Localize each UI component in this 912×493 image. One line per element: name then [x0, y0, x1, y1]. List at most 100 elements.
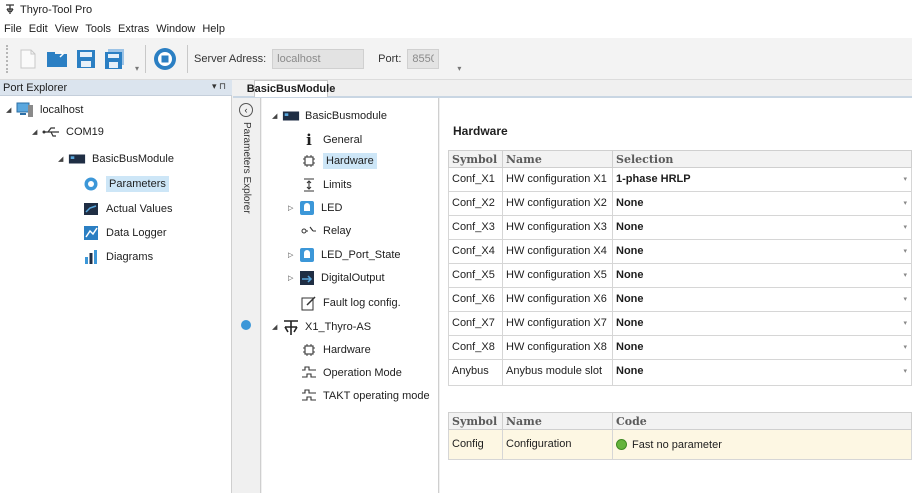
- port-explorer-header: Port Explorer ▾ ⊓: [0, 80, 232, 96]
- module-icon: [282, 108, 300, 124]
- param-tree-digital-output[interactable]: ▷ DigitalOutput: [288, 268, 385, 288]
- param-tree-hardware[interactable]: Hardware: [300, 151, 377, 171]
- param-tree-operation-mode[interactable]: Operation Mode: [300, 363, 402, 383]
- selection-dropdown[interactable]: None ▾: [613, 336, 911, 359]
- expand-icon[interactable]: ▷: [288, 274, 298, 282]
- collapse-icon[interactable]: ◢: [272, 323, 282, 331]
- chevron-down-icon[interactable]: ▾: [903, 175, 907, 183]
- table-row: Conf_X8 HW configuration X8 None ▾: [448, 336, 912, 360]
- expand-icon[interactable]: ▷: [288, 204, 298, 212]
- chevron-down-icon[interactable]: ▾: [903, 199, 907, 207]
- param-tree-limits[interactable]: Limits: [300, 175, 352, 195]
- chevron-down-icon[interactable]: ▾: [903, 367, 907, 375]
- column-header-symbol[interactable]: Symbol: [449, 151, 503, 167]
- param-tree-general[interactable]: i General: [300, 130, 362, 150]
- param-tree-relay[interactable]: Relay: [300, 221, 351, 241]
- collapse-icon[interactable]: ◢: [272, 112, 282, 120]
- param-tree-led[interactable]: ▷ LED: [288, 198, 342, 218]
- chevron-down-icon[interactable]: ▾: [903, 271, 907, 279]
- chevron-down-icon[interactable]: ▾: [903, 223, 907, 231]
- server-address-input[interactable]: [272, 48, 365, 69]
- menu-tools[interactable]: Tools: [85, 23, 111, 35]
- parameter-tree: ◢ BasicBusmodule i General Hardware Limi…: [262, 98, 439, 493]
- port-explorer-title: Port Explorer: [3, 81, 68, 94]
- selection-dropdown[interactable]: None ▾: [613, 288, 911, 311]
- new-file-button[interactable]: [15, 46, 41, 72]
- open-button[interactable]: [44, 46, 70, 72]
- chevron-down-icon[interactable]: ▾: [903, 343, 907, 351]
- refresh-icon[interactable]: [241, 320, 251, 330]
- selection-dropdown[interactable]: None ▾: [613, 240, 911, 263]
- config-row[interactable]: Config Configuration Fast no parameter: [448, 430, 912, 460]
- selection-dropdown[interactable]: None ▾: [613, 312, 911, 335]
- pin-icon[interactable]: ▾ ⊓: [212, 81, 226, 92]
- selection-dropdown[interactable]: None ▾: [613, 264, 911, 287]
- toolbar-separator: [145, 44, 147, 73]
- tree-item-actual-values[interactable]: Actual Values: [82, 199, 172, 219]
- cell-code: Fast no parameter: [613, 430, 911, 459]
- chevron-down-icon[interactable]: ▾: [903, 247, 907, 255]
- menu-edit[interactable]: Edit: [29, 23, 48, 35]
- tree-item-label: Parameters: [106, 176, 169, 192]
- waveform-icon: [300, 365, 318, 381]
- selection-value: None: [616, 269, 644, 281]
- selection-dropdown[interactable]: 1-phase HRLP ▾: [613, 168, 911, 191]
- collapse-icon[interactable]: ◢: [32, 128, 42, 136]
- module-icon: [68, 151, 86, 167]
- param-tree-x1-thyro-as[interactable]: ◢ X1_Thyro-AS: [272, 317, 371, 337]
- selection-dropdown[interactable]: None ▾: [613, 360, 911, 385]
- section-title: Hardware: [453, 124, 508, 138]
- tab-basicbusmodule[interactable]: BasicBusModule: [247, 80, 335, 97]
- menu-file[interactable]: File: [4, 23, 22, 35]
- tree-item-data-logger[interactable]: Data Logger: [82, 223, 167, 243]
- usb-port-icon: [42, 124, 60, 140]
- param-tree-fault-log-config[interactable]: Fault log config.: [300, 293, 401, 313]
- menu-view[interactable]: View: [55, 23, 79, 35]
- back-icon[interactable]: ‹: [239, 103, 253, 117]
- toolbar-overflow-icon[interactable]: ▾: [135, 64, 139, 79]
- save-button[interactable]: [73, 46, 99, 72]
- parameters-explorer-sidetab[interactable]: ‹ Parameters Explorer: [233, 96, 261, 493]
- table-row: Conf_X2 HW configuration X2 None ▾: [448, 192, 912, 216]
- tree-item-localhost[interactable]: ◢ localhost: [6, 100, 83, 120]
- led-icon: [298, 200, 316, 216]
- column-header-code[interactable]: Code: [613, 413, 911, 429]
- digital-output-icon: [298, 270, 316, 286]
- disconnect-button[interactable]: [152, 46, 178, 72]
- column-header-symbol[interactable]: Symbol: [449, 413, 503, 429]
- port-label: Port:: [378, 52, 402, 65]
- table-row: Anybus Anybus module slot None ▾: [448, 360, 912, 386]
- tree-item-com19[interactable]: ◢ COM19: [32, 122, 104, 142]
- chevron-down-icon[interactable]: ▾: [903, 295, 907, 303]
- expand-icon[interactable]: ▷: [288, 251, 298, 259]
- port-explorer-tree: ◢ localhost ◢ COM19 ◢ BasicBusModule Par…: [0, 96, 232, 493]
- tree-item-diagrams[interactable]: Diagrams: [82, 247, 153, 267]
- tree-item-label: X1_Thyro-AS: [305, 321, 372, 333]
- selection-value: None: [616, 341, 644, 353]
- column-header-name[interactable]: Name: [503, 413, 613, 429]
- menu-extras[interactable]: Extras: [118, 23, 149, 35]
- tree-item-parameters[interactable]: Parameters: [82, 174, 169, 194]
- param-tree-takt-operating-mode[interactable]: TAKT operating mode: [300, 386, 430, 406]
- cell-name: HW configuration X1: [503, 168, 613, 191]
- hardware-grid-header: Symbol Name Selection: [448, 150, 912, 168]
- column-header-selection[interactable]: Selection: [613, 151, 911, 167]
- param-tree-x1-hardware[interactable]: Hardware: [300, 340, 371, 360]
- gear-icon: [82, 176, 100, 192]
- tree-item-basicbusmodule[interactable]: ◢ BasicBusModule: [58, 149, 174, 169]
- collapse-icon[interactable]: ◢: [6, 106, 16, 114]
- param-tree-led-port-state[interactable]: ▷ LED_Port_State: [288, 245, 401, 265]
- menu-window[interactable]: Window: [156, 23, 195, 35]
- selection-dropdown[interactable]: None ▾: [613, 192, 911, 215]
- save-all-button[interactable]: [102, 46, 128, 72]
- collapse-icon[interactable]: ◢: [58, 155, 68, 163]
- toolbar-overflow-icon[interactable]: ▾: [457, 64, 461, 79]
- tree-item-label: Diagrams: [106, 251, 154, 263]
- selection-dropdown[interactable]: None ▾: [613, 216, 911, 239]
- param-tree-basicbusmodule[interactable]: ◢ BasicBusmodule: [272, 106, 387, 126]
- menu-help[interactable]: Help: [202, 23, 225, 35]
- column-header-name[interactable]: Name: [503, 151, 613, 167]
- toolbar-grip[interactable]: [6, 44, 11, 73]
- port-input[interactable]: [407, 48, 440, 69]
- chevron-down-icon[interactable]: ▾: [903, 319, 907, 327]
